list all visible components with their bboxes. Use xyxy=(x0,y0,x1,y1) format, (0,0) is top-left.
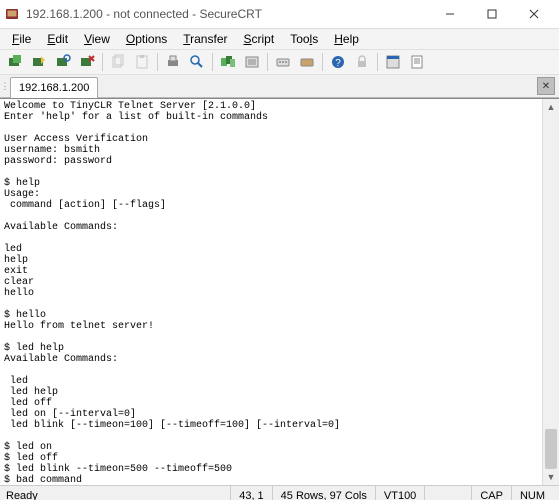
toolbar-log-button[interactable] xyxy=(406,51,428,73)
toolbar-separator xyxy=(212,53,213,71)
toolbar-print-button[interactable] xyxy=(162,51,184,73)
minimize-button[interactable] xyxy=(429,0,471,28)
tab-bar: ⋮ 192.168.1.200 ✕ xyxy=(0,75,559,98)
scroll-up-arrow[interactable]: ▲ xyxy=(543,99,559,115)
toolbar-separator xyxy=(377,53,378,71)
toolbar-separator xyxy=(267,53,268,71)
vertical-scrollbar[interactable]: ▲ ▼ xyxy=(542,99,559,485)
maximize-button[interactable] xyxy=(471,0,513,28)
toolbar-reconnect-button[interactable] xyxy=(52,51,74,73)
window-controls xyxy=(429,0,555,28)
tab-close-button[interactable]: ✕ xyxy=(537,77,555,95)
status-cursor: 43, 1 xyxy=(230,486,271,500)
status-cap: CAP xyxy=(471,486,511,500)
status-emulation: VT100 xyxy=(375,486,424,500)
window-titlebar: 192.168.1.200 - not connected - SecureCR… xyxy=(0,0,559,29)
toolbar-lock-button[interactable] xyxy=(351,51,373,73)
menu-help[interactable]: Help xyxy=(326,31,367,47)
status-blank xyxy=(424,486,471,500)
close-button[interactable] xyxy=(513,0,555,28)
menu-file[interactable]: Fdocument.currentScript.previousElementS… xyxy=(4,31,39,47)
toolbar-paste-button[interactable] xyxy=(131,51,153,73)
toolbar-copy-button[interactable] xyxy=(107,51,129,73)
toolbar-help-button[interactable]: ? xyxy=(327,51,349,73)
scroll-down-arrow[interactable]: ▼ xyxy=(543,469,559,485)
toolbar-connect-button[interactable] xyxy=(4,51,26,73)
toolbar-separator xyxy=(157,53,158,71)
toolbar-separator xyxy=(322,53,323,71)
session-tab-label: 192.168.1.200 xyxy=(19,82,89,94)
status-size: 45 Rows, 97 Cols xyxy=(272,486,375,500)
session-tab[interactable]: 192.168.1.200 xyxy=(10,77,98,98)
status-bar: Ready 43, 1 45 Rows, 97 Cols VT100 CAP N… xyxy=(0,485,559,500)
menu-transfer[interactable]: Transfer xyxy=(175,31,235,47)
menu-view[interactable]: View xyxy=(76,31,118,47)
toolbar-quick-connect-button[interactable] xyxy=(28,51,50,73)
menubar: Fdocument.currentScript.previousElementS… xyxy=(0,29,559,49)
terminal-output[interactable]: Welcome to TinyCLR Telnet Server [2.1.0.… xyxy=(0,99,542,485)
scroll-thumb[interactable] xyxy=(545,429,557,469)
toolbar-separator xyxy=(102,53,103,71)
toolbar-properties-button[interactable] xyxy=(382,51,404,73)
menu-options[interactable]: Options xyxy=(118,31,175,47)
toolbar-disconnect-button[interactable] xyxy=(76,51,98,73)
toolbar-colors-button[interactable] xyxy=(296,51,318,73)
toolbar-keymap-button[interactable] xyxy=(272,51,294,73)
status-ready: Ready xyxy=(6,486,230,500)
menu-tools[interactable]: Tools xyxy=(282,31,326,47)
status-num: NUM xyxy=(511,486,553,500)
toolbar-sessions-button[interactable] xyxy=(217,51,239,73)
terminal-pane: Welcome to TinyCLR Telnet Server [2.1.0.… xyxy=(0,98,559,485)
menu-script[interactable]: Script xyxy=(236,31,283,47)
window-title: 192.168.1.200 - not connected - SecureCR… xyxy=(26,7,429,21)
toolbar: ? xyxy=(0,49,559,75)
toolbar-session-options-button[interactable] xyxy=(241,51,263,73)
app-icon xyxy=(4,6,20,22)
menu-edit[interactable]: Edit xyxy=(39,31,76,47)
tab-list-handle[interactable]: ⋮ xyxy=(0,75,10,97)
toolbar-find-button[interactable] xyxy=(186,51,208,73)
svg-text:?: ? xyxy=(335,58,341,69)
